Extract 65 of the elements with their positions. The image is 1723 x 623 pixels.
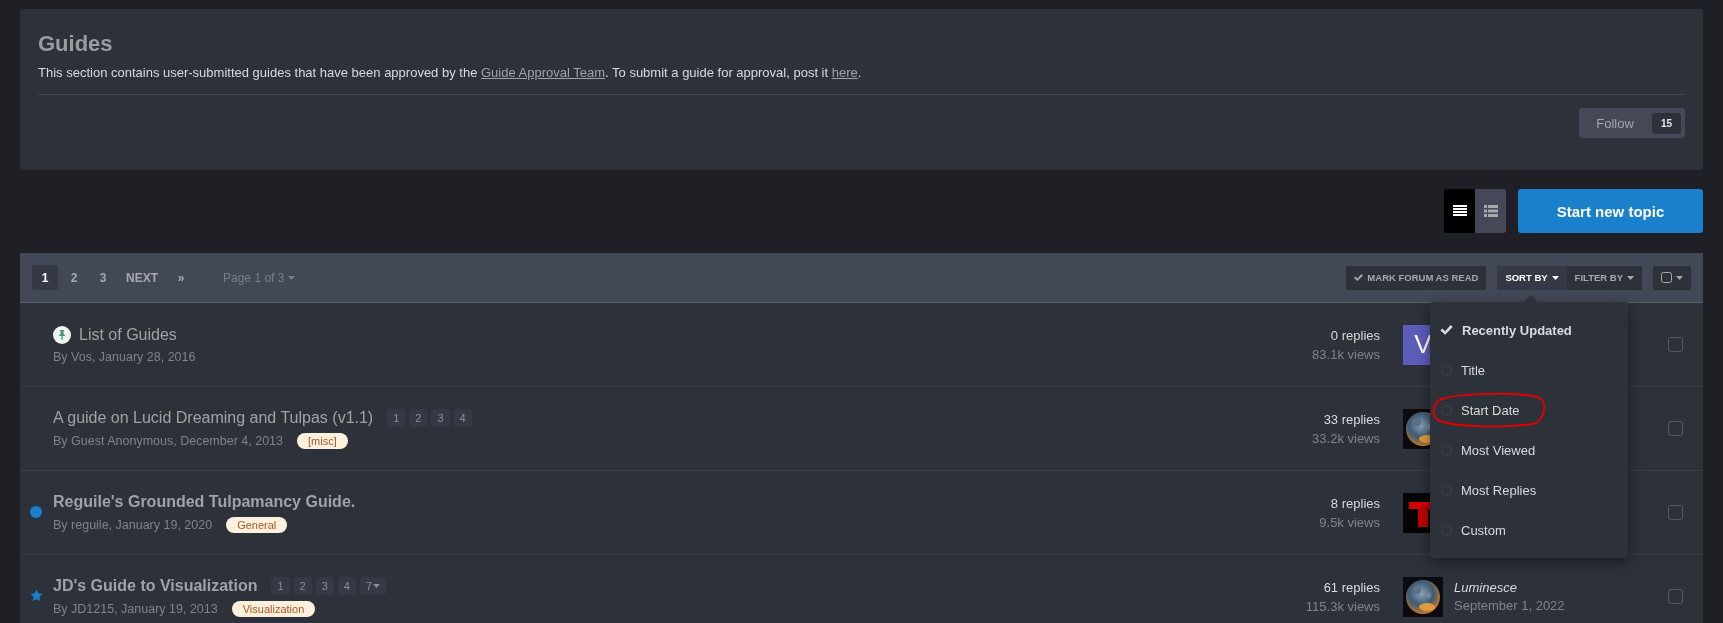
follower-count: 15 (1651, 112, 1681, 134)
reply-count: 33 replies (1323, 411, 1380, 427)
sort-option[interactable]: Most Viewed (1430, 430, 1628, 470)
here-link[interactable]: here (831, 65, 858, 80)
row-checkbox[interactable] (1668, 589, 1683, 604)
topic-byline: By Guest Anonymous, December 4, 2013 (53, 433, 283, 448)
follow-button[interactable]: Follow 15 (1579, 108, 1685, 138)
forum-description: This section contains user-submitted guides that have been approved by the Guide Approval Team. To submit a guide for approval, post it here. (38, 65, 1685, 95)
row-checkbox[interactable] (1668, 337, 1683, 352)
page-link[interactable]: 3 (90, 265, 116, 290)
sort-option[interactable]: Custom (1430, 510, 1628, 550)
mark-read-button[interactable]: MARK FORUM AS READ (1346, 265, 1487, 290)
check-icon (1440, 324, 1453, 336)
check-icon (1354, 273, 1364, 282)
table-view-button[interactable] (1444, 189, 1475, 233)
view-count: 9.5k views (1319, 514, 1380, 530)
caret-icon (1676, 275, 1683, 280)
view-count: 83.1k views (1312, 346, 1380, 362)
select-menu-button[interactable] (1653, 265, 1691, 290)
next-page-link[interactable]: NEXT (119, 265, 165, 290)
forum-title: Guides (38, 31, 114, 57)
topic-page-link[interactable]: 3 (315, 576, 334, 595)
list-icon (1452, 205, 1467, 217)
topic-page-link[interactable]: 7 (359, 576, 387, 595)
topic-page-link[interactable]: 1 (271, 576, 290, 595)
topic-title-link[interactable]: A guide on Lucid Dreaming and Tulpas (v1.1) (53, 408, 374, 427)
topic-page-link[interactable]: 4 (337, 576, 356, 595)
filter-by-button[interactable]: FILTER BY (1566, 265, 1642, 290)
sort-option[interactable]: Most Replies (1430, 470, 1628, 510)
checkbox-icon (1661, 272, 1672, 283)
topic-byline: By Vos, January 28, 2016 (53, 349, 196, 364)
topic-byline: By reguile, January 19, 2020 (53, 517, 213, 532)
caret-icon (288, 275, 296, 280)
start-topic-button[interactable]: Start new topic (1518, 189, 1703, 233)
caret-icon (1627, 275, 1634, 280)
topic-tag[interactable]: Visualization (231, 600, 316, 617)
reply-count: 8 replies (1330, 495, 1380, 511)
view-count: 115.3k views (1305, 598, 1380, 614)
topic-byline: By JD1215, January 19, 2013 (53, 601, 218, 616)
topic-title-link[interactable]: JD's Guide to Visualization (53, 576, 258, 595)
topic-title-link[interactable]: Reguile's Grounded Tulpamancy Guide. (53, 492, 356, 511)
list-icon (1483, 205, 1498, 217)
sort-by-button[interactable]: SORT BY (1497, 265, 1567, 290)
last-post-date: September 1, 2022 (1454, 598, 1565, 613)
sort-option[interactable]: Start Date (1430, 390, 1628, 430)
topic-title-link[interactable]: List of Guides (79, 325, 177, 344)
caret-icon (1551, 275, 1559, 280)
page-link[interactable]: 2 (61, 265, 87, 290)
grid-view-button[interactable] (1475, 189, 1506, 233)
topic-tag[interactable]: General (226, 516, 288, 533)
topic-tag[interactable]: [misc] (297, 432, 348, 449)
topic-page-link[interactable]: 2 (293, 576, 312, 595)
reply-count: 61 replies (1323, 579, 1380, 595)
last-page-link[interactable]: » (168, 265, 194, 290)
last-poster-name[interactable]: Luminesce (1454, 580, 1565, 595)
page-link[interactable]: 1 (32, 265, 58, 290)
view-count: 33.2k views (1312, 430, 1380, 446)
topic-page-link[interactable]: 4 (453, 408, 472, 427)
reply-count: 0 replies (1330, 327, 1380, 343)
row-checkbox[interactable] (1668, 421, 1683, 436)
topic-page-link[interactable]: 1 (387, 408, 406, 427)
row-checkbox[interactable] (1668, 505, 1683, 520)
caret-icon (373, 583, 381, 588)
topic-page-link[interactable]: 2 (409, 408, 428, 427)
topic-page-link[interactable]: 3 (431, 408, 450, 427)
